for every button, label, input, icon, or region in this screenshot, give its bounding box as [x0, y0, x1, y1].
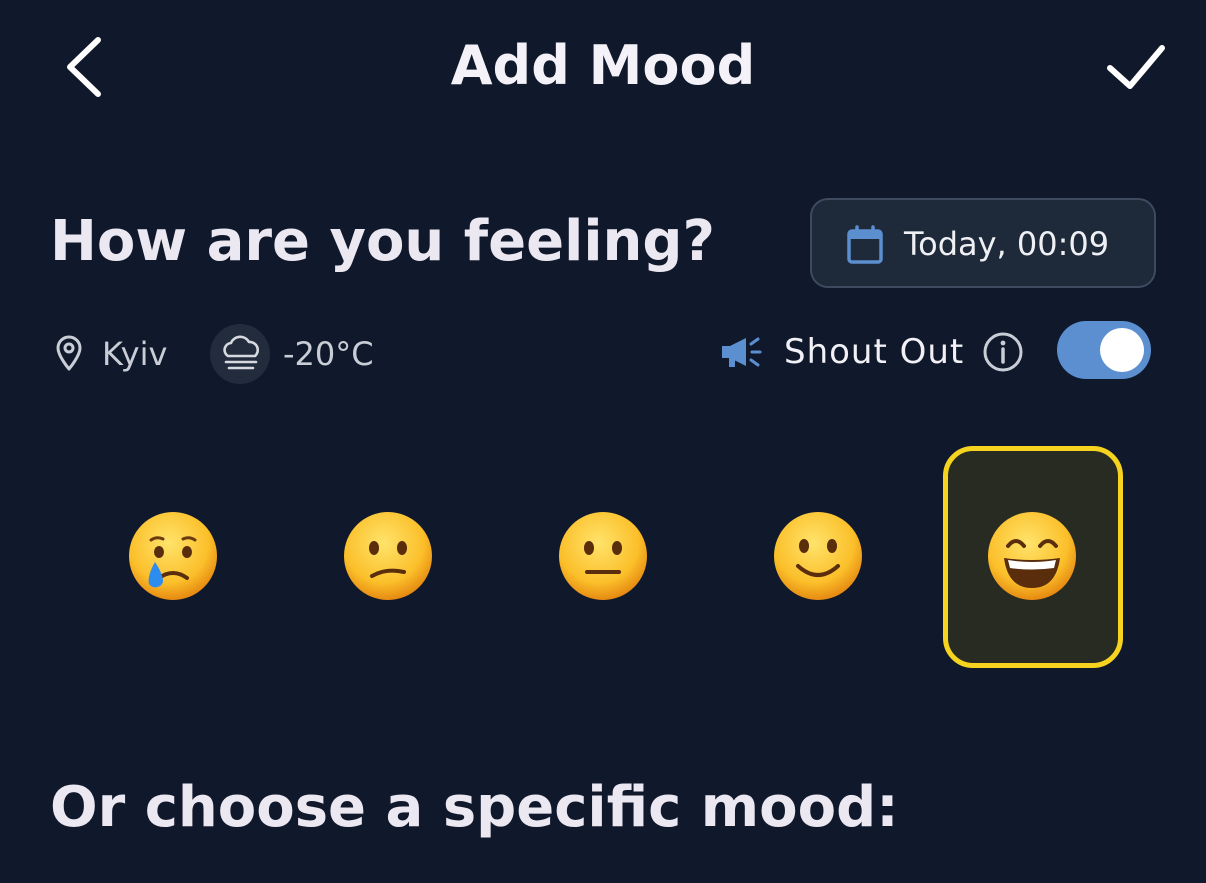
neutral-face-icon: [559, 512, 647, 600]
confirm-button[interactable]: [1098, 34, 1174, 98]
mood-option-neutral[interactable]: [514, 446, 694, 668]
date-picker-button[interactable]: Today, 00:09: [810, 198, 1156, 288]
location-label: Kyiv: [102, 335, 168, 373]
toggle-knob: [1100, 328, 1144, 372]
weather-badge: [210, 324, 270, 384]
megaphone-icon: [722, 337, 762, 367]
map-pin-icon: [56, 335, 82, 371]
confused-face-icon: [344, 512, 432, 600]
grinning-face-icon: [988, 512, 1076, 600]
feeling-question: How are you feeling?: [50, 209, 715, 274]
specific-mood-title: Or choose a specific mood:: [50, 775, 899, 840]
info-icon[interactable]: [982, 331, 1024, 373]
checkmark-icon: [1107, 45, 1165, 89]
cloudy-fog-icon: [223, 335, 260, 370]
mood-option-confused[interactable]: [299, 446, 479, 668]
slightly-smiling-face-icon: [774, 512, 862, 600]
shout-out-toggle[interactable]: [1057, 321, 1151, 379]
date-label: Today, 00:09: [904, 225, 1110, 263]
mood-option-crying[interactable]: [84, 446, 264, 668]
temperature-label: -20°C: [283, 335, 374, 373]
mood-option-slightly-smiling[interactable]: [729, 446, 909, 668]
calendar-icon: [847, 225, 883, 264]
mood-option-grinning[interactable]: [943, 446, 1123, 668]
crying-face-icon: [129, 512, 217, 600]
page-title: Add Mood: [450, 34, 756, 97]
shout-out-label: Shout Out: [784, 332, 965, 372]
